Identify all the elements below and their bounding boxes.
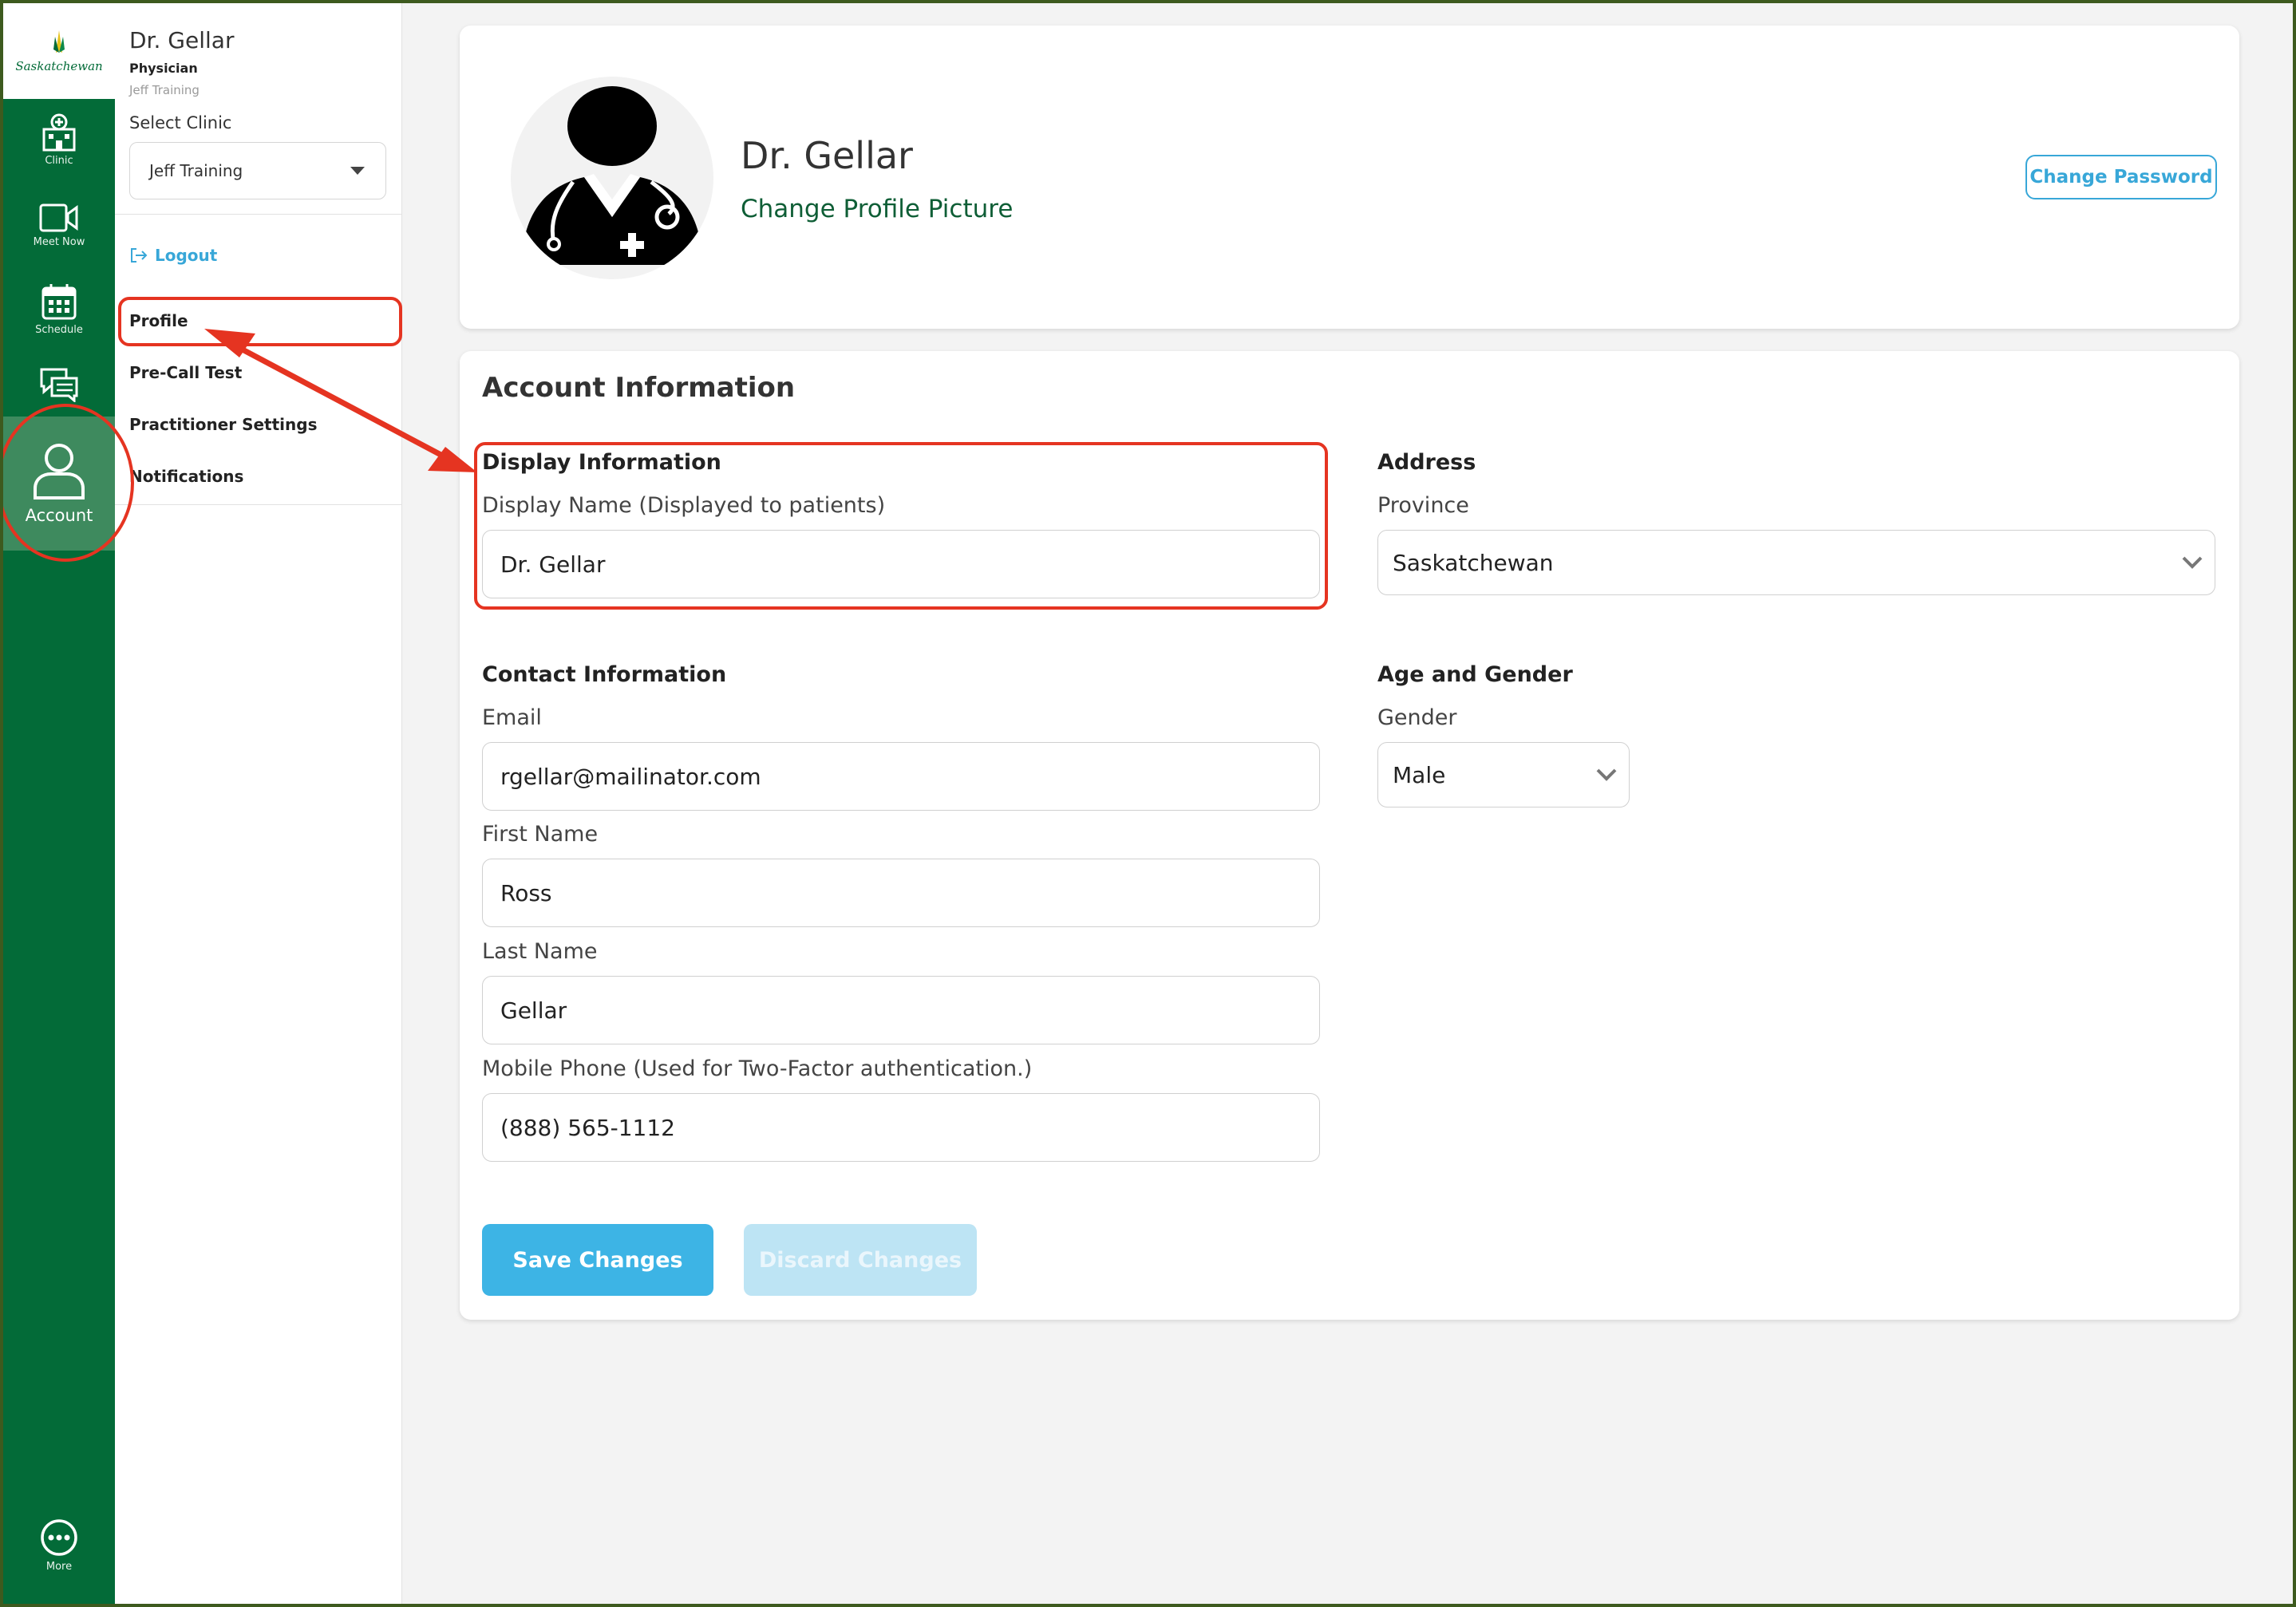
save-changes-button[interactable]: Save Changes [482, 1224, 713, 1296]
discard-changes-button[interactable]: Discard Changes [744, 1224, 977, 1296]
annotation-circle-account [0, 404, 134, 562]
clinic-select[interactable]: Jeff Training [129, 142, 386, 199]
email-input[interactable]: rgellar@mailinator.com [482, 742, 1320, 811]
last-name-value: Gellar [500, 997, 567, 1024]
rail-item-clinic[interactable]: Clinic [3, 113, 115, 167]
rail-item-more[interactable]: More [3, 1518, 115, 1573]
doctor-avatar-icon [522, 86, 702, 265]
select-clinic-label: Select Clinic [129, 113, 232, 132]
rail-item-messages[interactable] [3, 367, 115, 402]
profile-avatar[interactable] [511, 77, 713, 279]
chat-icon [40, 368, 78, 402]
first-name-value: Ross [500, 879, 552, 906]
logout-link[interactable]: Logout [129, 246, 217, 265]
clinic-select-value: Jeff Training [149, 161, 243, 180]
first-name-label: First Name [482, 822, 599, 847]
age-gender-title: Age and Gender [1377, 662, 1573, 687]
calendar-icon [41, 284, 77, 320]
rail-label-schedule: Schedule [35, 324, 83, 336]
last-name-label: Last Name [482, 939, 598, 964]
change-profile-picture-link[interactable]: Change Profile Picture [741, 195, 1013, 223]
caret-down-icon [350, 167, 365, 175]
gender-select[interactable]: Male [1377, 742, 1630, 807]
province-value: Saskatchewan [1393, 549, 1554, 576]
chevron-down-icon [1596, 768, 1617, 781]
sidebar-user-name: Dr. Gellar [129, 27, 235, 53]
rail-label-meet-now: Meet Now [33, 236, 85, 248]
rail-label-clinic: Clinic [45, 155, 73, 167]
section-title: Account Information [482, 372, 796, 404]
annotation-box-profile [118, 297, 402, 346]
mobile-phone-value: (888) 565-1112 [500, 1114, 675, 1141]
account-information-card: Account Information Display Information … [460, 351, 2239, 1320]
profile-name: Dr. Gellar [741, 134, 913, 177]
left-nav-rail: Saskatchewan Clinic Meet Now Schedule Ac… [3, 3, 115, 1604]
mobile-phone-label: Mobile Phone (Used for Two-Factor authen… [482, 1056, 1033, 1081]
first-name-input[interactable]: Ross [482, 859, 1320, 927]
annotation-box-display-information [474, 442, 1328, 610]
contact-information-title: Contact Information [482, 662, 727, 687]
mobile-phone-input[interactable]: (888) 565-1112 [482, 1093, 1320, 1162]
gender-value: Male [1393, 761, 1446, 788]
change-password-button[interactable]: Change Password [2025, 155, 2217, 199]
rail-item-meet-now[interactable]: Meet Now [3, 203, 115, 248]
last-name-input[interactable]: Gellar [482, 976, 1320, 1044]
logout-label: Logout [155, 246, 218, 265]
province-select[interactable]: Saskatchewan [1377, 530, 2215, 595]
profile-header-card: Dr. Gellar Change Profile Picture Change… [460, 26, 2239, 329]
email-value: rgellar@mailinator.com [500, 763, 761, 790]
province-label: Province [1377, 493, 1469, 518]
sidebar-divider [115, 504, 402, 505]
logo-wordmark: Saskatchewan [15, 59, 103, 73]
sidebar-user-role: Physician [129, 61, 198, 76]
more-icon [41, 1519, 77, 1556]
wheat-logo-icon [53, 30, 65, 53]
sidebar-clinic-subtitle: Jeff Training [129, 83, 200, 97]
sidebar-item-pre-call-test[interactable]: Pre-Call Test [129, 363, 242, 382]
address-title: Address [1377, 450, 1476, 475]
chevron-down-icon [2182, 556, 2203, 569]
logout-icon [131, 248, 148, 263]
email-label: Email [482, 705, 542, 730]
rail-item-schedule[interactable]: Schedule [3, 282, 115, 336]
sidebar-divider [115, 214, 402, 215]
account-sidebar: Dr. Gellar Physician Jeff Training Selec… [115, 3, 402, 1604]
sidebar-item-notifications[interactable]: Notifications [129, 467, 243, 486]
gender-label: Gender [1377, 705, 1457, 730]
clinic-icon [42, 113, 76, 152]
sidebar-item-practitioner-settings[interactable]: Practitioner Settings [129, 415, 317, 434]
rail-label-more: More [45, 1561, 73, 1573]
video-camera-icon [39, 203, 78, 232]
saskatchewan-logo[interactable]: Saskatchewan [3, 3, 115, 99]
